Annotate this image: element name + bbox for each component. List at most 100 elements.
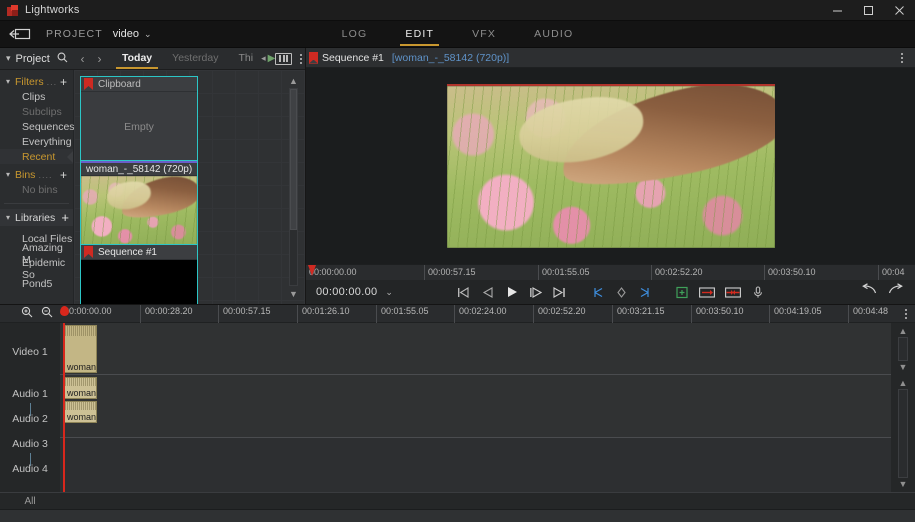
tree-group-bins[interactable]: ▾ Bins .... + — [0, 167, 73, 182]
timeline-tracks-canvas[interactable]: woman_ woman_ woman_ — [60, 323, 891, 492]
add-edit-icon[interactable] — [674, 284, 689, 300]
track-label-audio-2[interactable]: Audio 2 — [0, 410, 60, 428]
viewer-timecode-group[interactable]: 00:00:00.00 ⌄ — [316, 286, 393, 298]
step-back-icon[interactable] — [480, 284, 495, 300]
timeline-playhead-handle[interactable] — [60, 305, 69, 316]
mark-in-icon[interactable] — [590, 284, 605, 300]
browser-next-button[interactable]: › — [91, 52, 108, 66]
workspace: ▾ Project ‹ › Today Yesterday Thi ◂ ▶ ▾ … — [0, 48, 915, 522]
sidebar-item-recent[interactable]: Recent — [0, 149, 73, 164]
timeline-tick-6: 00:02:52.20 — [538, 305, 586, 316]
tree-filters-dots: ... — [46, 76, 58, 87]
viewer-source-name[interactable]: [woman_-_58142 (720p)] — [392, 52, 509, 64]
insert-edit-icon[interactable] — [698, 284, 715, 300]
tree-group-filters-label: Filters — [15, 75, 44, 88]
scroll-down-icon[interactable]: ▼ — [894, 478, 912, 490]
scroll-up-icon[interactable]: ▲ — [894, 377, 912, 389]
bookmark-flag-icon — [308, 51, 319, 65]
search-icon[interactable] — [57, 50, 68, 68]
maximize-button[interactable] — [853, 0, 884, 21]
sidebar-item-subclips[interactable]: Subclips — [0, 104, 73, 119]
chevron-down-icon[interactable]: ⌄ — [385, 287, 393, 298]
track-label-all[interactable]: All — [0, 496, 60, 507]
chevron-down-icon[interactable]: ▾ — [6, 53, 11, 64]
bin-tile-woman-clip[interactable]: woman_-_58142 (720p) — [80, 160, 198, 247]
timeline-clip-audio-1[interactable]: woman_ — [64, 377, 97, 399]
mark-out-icon[interactable] — [638, 284, 653, 300]
scroll-up-icon[interactable]: ▲ — [286, 74, 301, 87]
scrollbar-track[interactable] — [898, 389, 908, 478]
timeline-clip-video-1[interactable]: woman_ — [64, 325, 97, 373]
close-button[interactable] — [884, 0, 915, 21]
zoom-in-icon[interactable] — [21, 305, 33, 323]
day-tab-yesterday[interactable]: Yesterday — [162, 49, 228, 68]
tab-edit[interactable]: EDIT — [400, 23, 439, 46]
track-label-audio-4[interactable]: Audio 4 — [0, 460, 60, 478]
day-tab-today[interactable]: Today — [112, 49, 162, 69]
tab-vfx[interactable]: VFX — [470, 23, 498, 46]
viewer-tick-4: 00:03:50.10 — [768, 267, 816, 277]
tab-audio[interactable]: AUDIO — [532, 23, 575, 46]
bin-tile-sequence-1[interactable]: Sequence #1 ▶▶ — [80, 244, 198, 304]
browser-prev-button[interactable]: ‹ — [74, 52, 91, 66]
day-scroll-right-icon[interactable]: ▶ — [268, 53, 276, 64]
audio-track-scrollbar[interactable]: ▲ ▼ — [894, 377, 912, 490]
sidebar-item-sequences[interactable]: Sequences — [0, 119, 75, 134]
go-to-start-icon[interactable] — [456, 284, 471, 300]
redo-icon[interactable] — [888, 283, 903, 301]
tree-group-libraries[interactable]: ▾ Libraries + — [0, 209, 73, 226]
scroll-down-icon[interactable]: ▼ — [286, 287, 301, 300]
viewer-options-icon[interactable] — [896, 52, 908, 63]
viewer-timecode-ruler[interactable]: 00:00:00.00 00:00:57.15 00:01:55.05 00:0… — [306, 264, 915, 280]
timeline-footer: All — [0, 492, 915, 509]
transport-controls — [306, 284, 915, 300]
timeline-tick-1: 00:00:28.20 — [145, 305, 193, 316]
bin-scrollbar[interactable]: ▲ ▼ — [286, 74, 301, 300]
bin-grid[interactable]: Clipboard Empty woman_-_58142 (720p) Seq… — [74, 70, 305, 304]
mark-clip-icon[interactable] — [614, 284, 629, 300]
project-bar: PROJECT video ⌄ LOG EDIT VFX AUDIO — [0, 21, 915, 48]
track-label-audio-1[interactable]: Audio 1 — [0, 385, 60, 403]
bin-tile-clipboard[interactable]: Clipboard Empty — [80, 76, 198, 163]
back-arrow-icon[interactable] — [8, 26, 32, 42]
track-label-video-1[interactable]: Video 1 — [0, 343, 60, 361]
scrollbar-track[interactable] — [289, 88, 298, 286]
sidebar-item-everything[interactable]: Everything — [0, 134, 73, 149]
zoom-out-icon[interactable] — [41, 305, 53, 323]
tile-header: woman_-_58142 (720p) — [81, 161, 197, 176]
voiceover-microphone-icon[interactable] — [750, 284, 765, 300]
add-library-icon[interactable]: + — [61, 210, 69, 225]
tree-group-filters[interactable]: ▾ Filters ... + — [0, 74, 73, 89]
add-filter-icon[interactable]: + — [60, 76, 67, 88]
video-track-scrollbar[interactable]: ▲ ▼ — [894, 325, 912, 373]
replace-edit-icon[interactable] — [724, 284, 741, 300]
day-tab-this-week[interactable]: Thi — [228, 49, 263, 68]
scroll-down-icon[interactable]: ▼ — [894, 361, 912, 373]
track-label-audio-3[interactable]: Audio 3 — [0, 435, 60, 453]
tree-group-bins-label: Bins — [15, 168, 36, 181]
scrollbar-track[interactable] — [898, 337, 908, 361]
timeline-clip-audio-2[interactable]: woman_ — [64, 401, 97, 423]
scroll-up-icon[interactable]: ▲ — [894, 325, 912, 337]
timeline-tick-9: 00:04:19.05 — [774, 305, 822, 316]
video-preview[interactable] — [306, 68, 915, 264]
go-to-end-icon[interactable] — [552, 284, 567, 300]
timeline-playhead[interactable] — [63, 323, 65, 492]
undo-icon[interactable] — [862, 283, 877, 301]
filmstrip-view-icon[interactable] — [275, 52, 293, 65]
project-name[interactable]: video — [113, 28, 139, 40]
tab-log[interactable]: LOG — [340, 23, 370, 46]
play-icon[interactable] — [504, 284, 519, 300]
minimize-button[interactable] — [822, 0, 853, 21]
tile-title: Sequence #1 — [98, 246, 157, 258]
timeline-options-icon[interactable] — [897, 308, 915, 319]
step-forward-icon[interactable] — [528, 284, 543, 300]
scrollbar-thumb[interactable] — [290, 89, 297, 231]
sidebar-item-epidemic-sound[interactable]: Epidemic So — [0, 257, 73, 281]
timeline-ruler-track[interactable]: 00:00:00.00 00:00:28.20 00:00:57.15 00:0… — [60, 304, 897, 323]
chevron-down-icon[interactable]: ⌄ — [144, 29, 152, 40]
add-bin-icon[interactable]: + — [60, 169, 67, 181]
flower-thumbnail-image — [81, 176, 197, 246]
timeline-ruler[interactable]: 00:00:00.00 00:00:28.20 00:00:57.15 00:0… — [0, 304, 915, 323]
sidebar-item-clips[interactable]: Clips — [0, 89, 73, 104]
